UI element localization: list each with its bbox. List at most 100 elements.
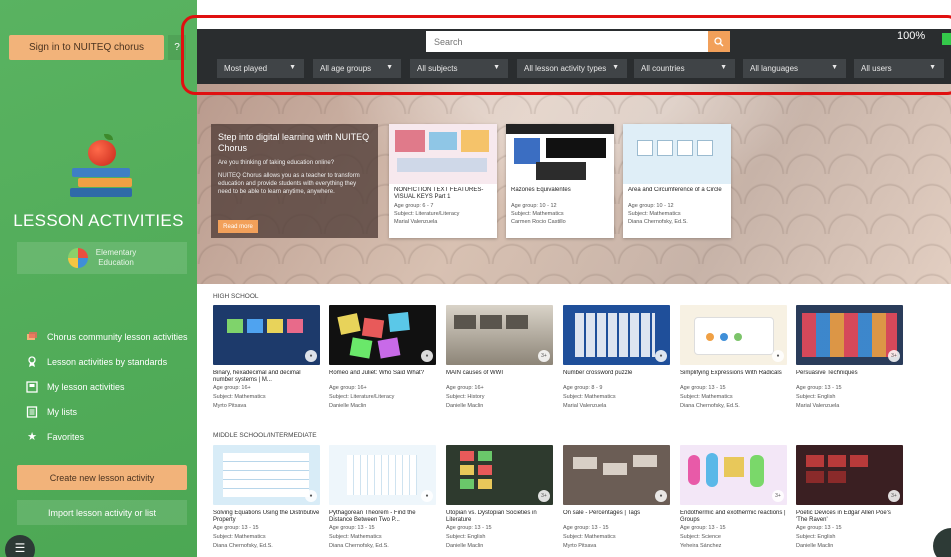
create-activity-button[interactable]: Create new lesson activity <box>17 465 187 490</box>
card-age: Age group: 13 - 15 <box>563 525 609 531</box>
activity-card[interactable]: ● Romeo and Juliet: Who Said What? Age g… <box>329 305 436 411</box>
card-title: Persuasive Techniques <box>796 370 858 376</box>
card-subject: Subject: Mathematics <box>213 534 266 540</box>
card-thumbnail: ● <box>680 305 787 365</box>
sidebar-item-my-lists[interactable]: My lists <box>0 399 197 424</box>
sidebar-item-label: My lists <box>47 406 77 417</box>
activity-card[interactable]: 3+ Utopian vs. Dystopian Societies in Li… <box>446 445 553 551</box>
card-subject: Subject: Science <box>680 534 721 540</box>
menu-button[interactable]: ☰ <box>5 535 35 557</box>
card-thumbnail <box>389 124 497 184</box>
signin-button[interactable]: Sign in to NUITEQ chorus <box>9 35 164 60</box>
sidebar-item-favorites[interactable]: ★ Favorites <box>0 424 197 449</box>
activity-card[interactable]: ● Solving Equations Using the Distributi… <box>213 445 320 551</box>
activity-card[interactable]: ● Binary, hexadecimal and decimal number… <box>213 305 320 411</box>
activity-type-icon: 3+ <box>538 490 550 502</box>
card-title: Razones Equivalentes <box>511 187 571 193</box>
card-thumbnail: ● <box>329 445 436 505</box>
card-title: NONFICTION TEXT FEATURES-VISUAL KEYS Par… <box>394 187 484 200</box>
education-globe-icon <box>67 248 88 268</box>
card-title: Romeo and Juliet: Who Said What? <box>329 370 425 376</box>
activity-card[interactable]: 3+ Persuasive Techniques Age group: 13 -… <box>796 305 903 411</box>
card-subject: Subject: Literature/Literacy <box>394 211 460 217</box>
card-author: Marial Valenzuela <box>394 219 438 225</box>
floating-action-button[interactable] <box>933 528 951 557</box>
star-icon: ★ <box>27 431 37 443</box>
card-title: Endothermic and exothermic reactions | G… <box>680 510 786 523</box>
section-label-high-school: HIGH SCHOOL <box>213 293 259 300</box>
sidebar-item-standards[interactable]: Lesson activities by standards <box>0 349 197 374</box>
card-thumbnail: ● <box>213 305 320 365</box>
activity-card[interactable]: 3+ MAIN causes of WWI Age group: 16+ Sub… <box>446 305 553 411</box>
activity-card[interactable]: ● Number crossword puzzle Age group: 8 -… <box>563 305 670 411</box>
card-title: Pythagorean Theorem - Find the Distance … <box>329 510 416 523</box>
card-author: Marial Valenzuela <box>563 403 607 409</box>
import-activity-button[interactable]: Import lesson activity or list <box>17 500 187 525</box>
card-author: Myrto Pitsava <box>563 543 597 549</box>
card-author: Diana Chernofsky, Ed.S. <box>628 219 688 225</box>
card-subject: Subject: Mathematics <box>628 211 681 217</box>
activity-card[interactable]: ● Pythagorean Theorem - Find the Distanc… <box>329 445 436 551</box>
card-age: Age group: 13 - 15 <box>680 385 726 391</box>
card-author: Danielle Maclin <box>446 543 484 549</box>
sidebar-item-label: Favorites <box>47 431 85 442</box>
card-author: Danielle Maclin <box>446 403 484 409</box>
activity-card[interactable]: ● On sale - Percentages | Tags Age group… <box>563 445 670 551</box>
activity-card[interactable]: 3+ Endothermic and exothermic reactions … <box>680 445 787 551</box>
card-author: Diana Chernofsky, Ed.S. <box>329 543 389 549</box>
card-age: Age group: 16+ <box>213 385 251 391</box>
card-thumbnail: ● <box>329 305 436 365</box>
card-thumbnail: ● <box>563 305 670 365</box>
standards-icon <box>26 355 38 368</box>
card-author: Myrto Pitsava <box>213 403 247 409</box>
card-subject: Subject: Mathematics <box>680 394 733 400</box>
activity-type-icon: ● <box>655 490 667 502</box>
section-label-middle-school: MIDDLE SCHOOL/INTERMEDIATE <box>213 432 317 439</box>
card-thumbnail <box>623 124 731 184</box>
education-level-selector[interactable]: Elementary Education <box>17 242 187 274</box>
card-age: Age group: 13 - 15 <box>680 525 726 531</box>
activity-type-icon: 3+ <box>538 350 550 362</box>
sidebar-item-label: My lesson activities <box>47 381 125 392</box>
card-title: Solving Equations Using the Distributive… <box>213 510 320 523</box>
card-age: Age group: 13 - 15 <box>446 525 492 531</box>
card-subject: Subject: Mathematics <box>213 394 266 400</box>
card-title: MAIN causes of WWI <box>446 370 504 376</box>
card-title: On sale - Percentages | Tags <box>563 510 641 516</box>
card-age: Age group: 10 - 12 <box>511 203 557 209</box>
card-title: Number crossword puzzle <box>563 370 633 376</box>
featured-card[interactable]: Area and Circumference of a Circle Age g… <box>623 124 731 238</box>
read-more-button[interactable]: Read more <box>218 220 258 233</box>
card-author: Danielle Maclin <box>796 543 834 549</box>
sidebar-nav: Chorus community lesson activities Lesso… <box>0 324 197 449</box>
promo-question: Are you thinking of taking education onl… <box>218 160 335 166</box>
featured-card[interactable]: NONFICTION TEXT FEATURES-VISUAL KEYS Par… <box>389 124 497 238</box>
card-subject: Subject: English <box>446 534 486 540</box>
card-title: Utopian vs. Dystopian Societies in Liter… <box>446 510 537 523</box>
card-thumbnail <box>506 124 614 184</box>
promo-box: Step into digital learning with NUITEQ C… <box>211 124 378 238</box>
card-title: Poetic Devices in Edgar Allen Poe's 'The… <box>796 510 891 523</box>
featured-card[interactable]: Razones Equivalentes Age group: 10 - 12 … <box>506 124 614 238</box>
hamburger-icon: ☰ <box>14 541 26 555</box>
card-subject: Subject: English <box>796 534 836 540</box>
card-age: Age group: 10 - 12 <box>628 203 674 209</box>
sidebar-item-my-activities[interactable]: My lesson activities <box>0 374 197 399</box>
card-subject: Subject: English <box>796 394 836 400</box>
highlight-annotation <box>181 15 951 95</box>
promo-body: NUITEQ Chorus allows you as a teacher to… <box>218 173 360 195</box>
card-age: Age group: 6 - 7 <box>394 203 434 209</box>
card-subject: Subject: Mathematics <box>511 211 564 217</box>
sidebar-item-community[interactable]: Chorus community lesson activities <box>0 324 197 349</box>
activity-card[interactable]: ● Simplifying Expressions With Radicals … <box>680 305 787 411</box>
card-thumbnail: 3+ <box>446 305 553 365</box>
card-title: Simplifying Expressions With Radicals <box>680 370 782 376</box>
card-subject: Subject: Mathematics <box>329 534 382 540</box>
activity-card[interactable]: 3+ Poetic Devices in Edgar Allen Poe's '… <box>796 445 903 551</box>
card-author: Yeheira Sánchez <box>680 543 722 549</box>
list-icon <box>26 405 38 418</box>
card-author: Diana Chernofsky, Ed.S. <box>213 543 273 549</box>
card-age: Age group: 8 - 9 <box>563 385 603 391</box>
sidebar: Sign in to NUITEQ chorus ? LESSON ACTIVI… <box>0 0 197 557</box>
sidebar-item-label: Chorus community lesson activities <box>47 331 188 342</box>
